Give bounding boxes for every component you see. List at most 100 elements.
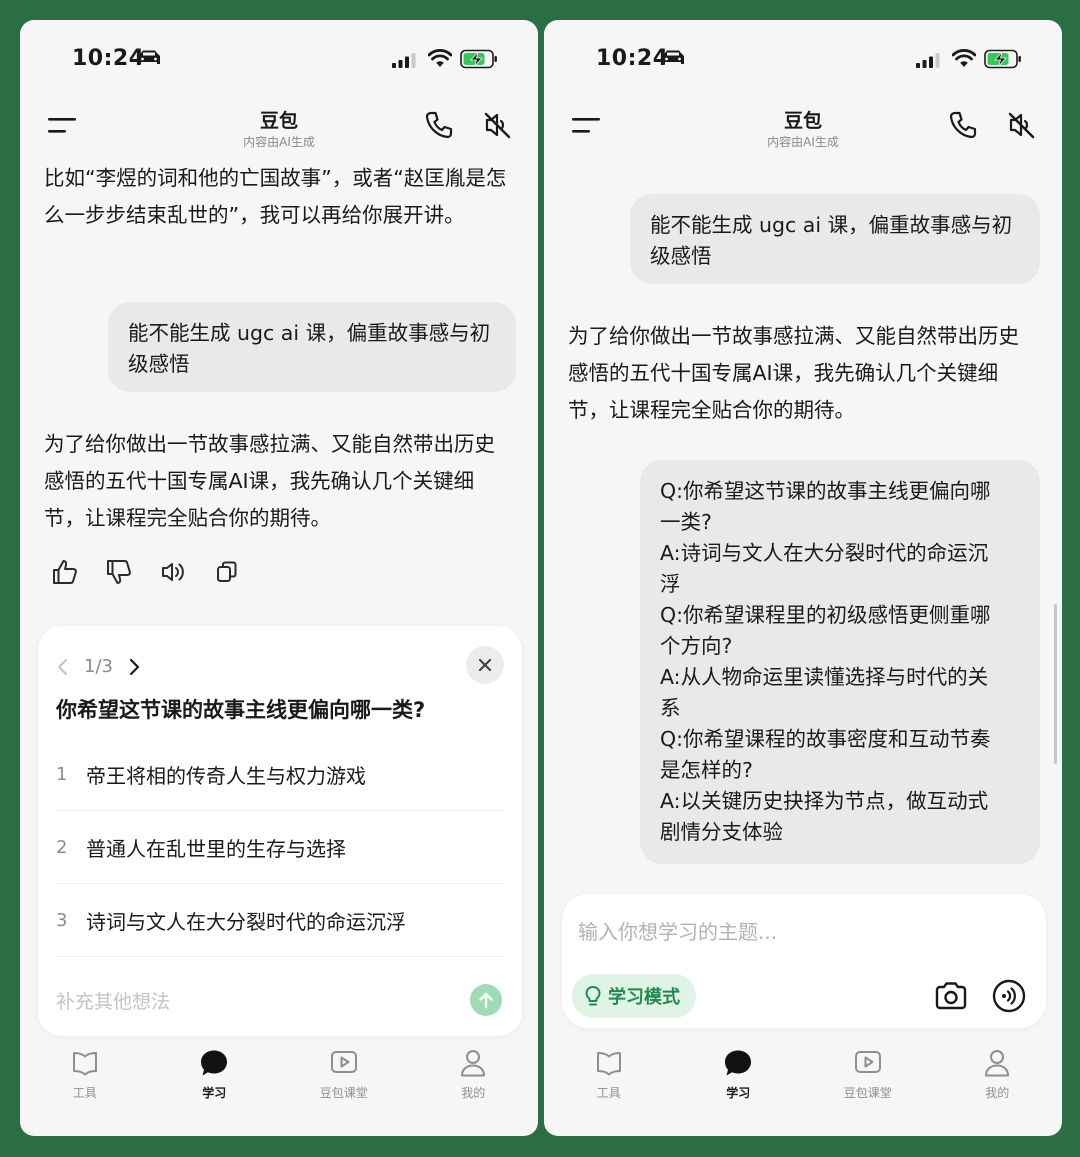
ai-generated-note: 内容由AI生成 xyxy=(767,135,839,149)
person-icon xyxy=(461,1050,486,1077)
option-text: 帝王将相的传奇人生与权力游戏 xyxy=(86,763,366,788)
question-options: 1 帝王将相的传奇人生与权力游戏 2 普通人在乱世里的生存与选择 3 诗词与文人… xyxy=(56,738,504,957)
send-button[interactable] xyxy=(470,984,502,1016)
tab-label: 豆包课堂 xyxy=(319,1086,368,1100)
answer-line: A:诗词与文人在大分裂时代的命运沉 xyxy=(660,541,989,565)
answer-line: A:以关键历史抉择为节点，做互动式 xyxy=(660,789,989,813)
chat-title: 豆包 xyxy=(259,110,298,132)
car-icon xyxy=(138,50,160,64)
message-actions xyxy=(52,558,240,586)
answer-line: 个方向? xyxy=(660,634,733,658)
wifi-icon xyxy=(952,49,976,67)
answer-line: Q:你希望课程的故事密度和互动节奏 xyxy=(660,727,991,751)
tab-label: 豆包课堂 xyxy=(843,1086,892,1100)
clarifying-question-card: 1/3 你希望这节课的故事主线更偏向哪一类? 1 帝王将相的传奇人生与权力游戏 … xyxy=(38,626,522,1036)
option-number: 1 xyxy=(56,763,68,785)
signal-icon xyxy=(916,53,940,68)
lightbulb-icon xyxy=(585,986,601,1006)
question-text: 你希望这节课的故事主线更偏向哪一类? xyxy=(56,698,426,722)
car-icon xyxy=(662,50,684,64)
study-mode-label: 学习模式 xyxy=(608,987,680,1008)
chat-header: 豆包 内容由AI生成 xyxy=(20,100,538,160)
ai-message-text: 比如“李煜的词和他的亡国故事”，或者“赵匡胤是怎么一步步结束乱世的”，我可以再给… xyxy=(44,166,507,227)
voice-input-icon[interactable] xyxy=(992,979,1026,1013)
book-icon xyxy=(72,1052,97,1076)
user-answers-bubble: Q:你希望这节课的故事主线更偏向哪 一类? A:诗词与文人在大分裂时代的命运沉 … xyxy=(640,460,1040,864)
person-icon xyxy=(985,1050,1010,1077)
answer-line: 系 xyxy=(660,696,681,720)
tab-label: 我的 xyxy=(461,1086,486,1100)
phone-call-icon[interactable] xyxy=(424,110,454,140)
tab-me[interactable]: 我的 xyxy=(409,1042,539,1136)
answer-line: Q:你希望课程里的初级感悟更侧重哪 xyxy=(660,603,991,627)
chevron-left-icon[interactable] xyxy=(56,658,70,676)
ai-reply-text: 为了给你做出一节故事感拉满、又能自然带出历史感悟的五代十国专属AI课，我先确认几… xyxy=(568,324,1019,422)
tab-label: 工具 xyxy=(72,1086,97,1100)
status-time: 10:24 xyxy=(72,46,145,71)
tab-tools[interactable]: 工具 xyxy=(20,1042,150,1136)
phone-call-icon[interactable] xyxy=(948,110,978,140)
tab-tools[interactable]: 工具 xyxy=(544,1042,674,1136)
speaker-mute-icon[interactable] xyxy=(482,110,512,140)
tab-label: 学习 xyxy=(202,1086,227,1100)
wifi-icon xyxy=(428,49,452,67)
chat-bubble-icon xyxy=(201,1050,228,1076)
ai-generated-note: 内容由AI生成 xyxy=(243,135,315,149)
close-question-button[interactable] xyxy=(466,646,504,684)
chat-header: 豆包 内容由AI生成 xyxy=(544,100,1062,160)
signal-icon xyxy=(392,53,416,68)
status-bar: 10:24 xyxy=(20,20,538,100)
chat-bubble-icon xyxy=(725,1050,752,1076)
chevron-right-icon[interactable] xyxy=(127,658,141,676)
question-pager: 1/3 xyxy=(56,656,141,677)
copy-icon[interactable] xyxy=(214,558,240,586)
option-text: 诗词与文人在大分裂时代的命运沉浮 xyxy=(86,909,406,934)
tab-label: 学习 xyxy=(726,1086,751,1100)
thumbs-up-icon[interactable] xyxy=(52,558,78,586)
option-text: 普通人在乱世里的生存与选择 xyxy=(86,836,346,861)
book-icon xyxy=(596,1052,621,1076)
answer-line: 是怎样的? xyxy=(660,758,753,782)
scrollbar[interactable] xyxy=(1054,604,1057,764)
battery-charging-icon xyxy=(460,49,497,69)
option-number: 3 xyxy=(56,909,68,931)
question-option[interactable]: 3 诗词与文人在大分裂时代的命运沉浮 xyxy=(56,884,504,957)
other-idea-input[interactable]: 补充其他想法 xyxy=(56,980,504,1020)
tab-me[interactable]: 我的 xyxy=(933,1042,1063,1136)
answer-line: Q:你希望这节课的故事主线更偏向哪 xyxy=(660,479,991,503)
phone-screen-right: 10:24 豆包 内容由AI生成 能不能生成 ugc ai 课，偏重故事感与初级… xyxy=(544,20,1062,1136)
tab-classroom[interactable]: 豆包课堂 xyxy=(279,1042,409,1136)
chat-title: 豆包 xyxy=(783,110,822,132)
answer-line: 浮 xyxy=(660,572,681,596)
bottom-tab-bar: 工具 学习 豆包课堂 我的 xyxy=(20,1042,538,1136)
arrow-up-icon xyxy=(479,992,493,1009)
play-icon xyxy=(330,1051,357,1073)
battery-charging-icon xyxy=(984,49,1021,69)
play-icon xyxy=(854,1051,881,1073)
answer-line: A:从人物命运里读懂选择与时代的关 xyxy=(660,665,989,689)
user-message-bubble: 能不能生成 ugc ai 课，偏重故事感与初级感悟 xyxy=(108,302,516,392)
bottom-tab-bar: 工具 学习 豆包课堂 我的 xyxy=(544,1042,1062,1136)
read-aloud-icon[interactable] xyxy=(160,558,186,586)
question-option[interactable]: 1 帝王将相的传奇人生与权力游戏 xyxy=(56,738,504,811)
tab-classroom[interactable]: 豆包课堂 xyxy=(803,1042,933,1136)
study-mode-button[interactable]: 学习模式 xyxy=(572,974,696,1018)
question-option[interactable]: 2 普通人在乱世里的生存与选择 xyxy=(56,811,504,884)
answer-line: 剧情分支体验 xyxy=(660,820,783,844)
thumbs-down-icon[interactable] xyxy=(106,558,132,586)
phone-screen-left: 10:24 豆包 内容由AI生成 比如“李煜的词和他的亡国故事”，或者“赵匡胤是… xyxy=(20,20,538,1136)
tab-label: 工具 xyxy=(596,1086,621,1100)
status-bar: 10:24 xyxy=(544,20,1062,100)
tab-learn[interactable]: 学习 xyxy=(674,1042,804,1136)
question-page-indicator: 1/3 xyxy=(84,656,113,677)
user-message-bubble: 能不能生成 ugc ai 课，偏重故事感与初级感悟 xyxy=(630,194,1040,284)
speaker-mute-icon[interactable] xyxy=(1006,110,1036,140)
tab-label: 我的 xyxy=(985,1086,1010,1100)
chat-input-box[interactable]: 输入你想学习的主题... 学习模式 xyxy=(562,894,1046,1028)
close-icon xyxy=(478,658,492,672)
tab-learn[interactable]: 学习 xyxy=(150,1042,280,1136)
camera-icon[interactable] xyxy=(934,980,968,1012)
other-idea-placeholder: 补充其他想法 xyxy=(56,990,171,1013)
ai-reply-text: 为了给你做出一节故事感拉满、又能自然带出历史感悟的五代十国专属AI课，我先确认几… xyxy=(44,432,495,530)
answer-line: 一类? xyxy=(660,510,712,534)
